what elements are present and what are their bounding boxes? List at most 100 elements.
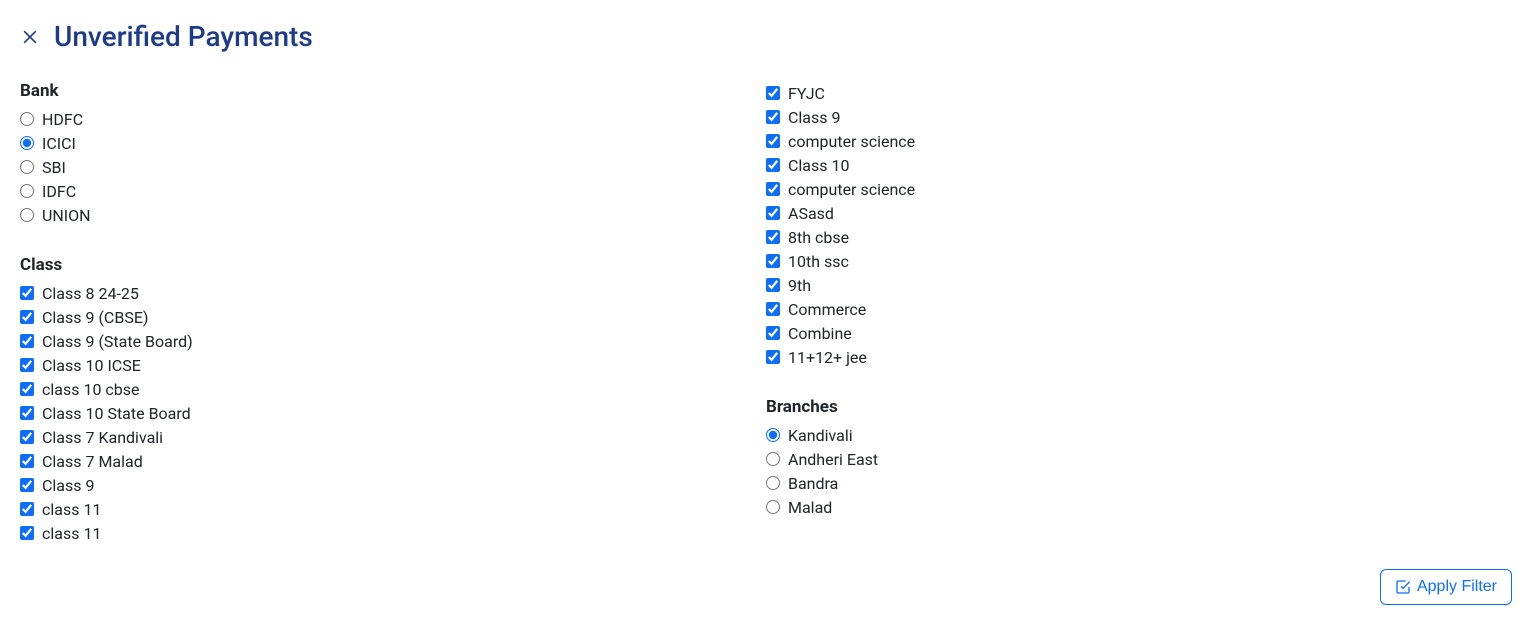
apply-filter-button[interactable]: Apply Filter (1380, 569, 1512, 605)
branch-option-0-label[interactable]: Kandivali (788, 426, 853, 445)
class-left-option-8-label[interactable]: Class 9 (42, 476, 94, 495)
branch-option-1-radio[interactable] (766, 452, 780, 466)
class-options-right: FYJC Class 9 computer science Class 10 compu… (766, 81, 1512, 369)
class-left-option-1: Class 9 (CBSE) (20, 305, 766, 329)
bank-option-2: SBI (20, 155, 766, 179)
class-right-option-10: Combine (766, 321, 1512, 345)
branch-option-3-radio[interactable] (766, 500, 780, 514)
class-right-option-10-label[interactable]: Combine (788, 324, 852, 343)
class-right-option-11: 11+12+ jee (766, 345, 1512, 369)
bank-option-3-radio[interactable] (20, 184, 34, 198)
bank-option-0-radio[interactable] (20, 112, 34, 126)
class-right-option-10-checkbox[interactable] (766, 326, 780, 340)
class-options-left: Class 8 24-25 Class 9 (CBSE) Class 9 (Stat… (20, 281, 766, 545)
class-right-option-11-checkbox[interactable] (766, 350, 780, 364)
filter-column-left: Bank HDFCICICISBIIDFCUNION Class Class 8… (20, 81, 766, 545)
class-right-option-8-checkbox[interactable] (766, 278, 780, 292)
branch-option-3-label[interactable]: Malad (788, 498, 832, 517)
bank-option-0-label[interactable]: HDFC (42, 110, 83, 129)
class-left-option-0-label[interactable]: Class 8 24-25 (42, 284, 139, 303)
class-right-option-4-checkbox[interactable] (766, 182, 780, 196)
class-right-option-2-checkbox[interactable] (766, 134, 780, 148)
class-left-option-2: Class 9 (State Board) (20, 329, 766, 353)
class-right-option-1-checkbox[interactable] (766, 110, 780, 124)
panel-header: Unverified Payments (20, 20, 1512, 53)
class-left-option-10: class 11 (20, 521, 766, 545)
bank-option-2-radio[interactable] (20, 160, 34, 174)
class-right-option-0-checkbox[interactable] (766, 86, 780, 100)
class-right-option-7: 10th ssc (766, 249, 1512, 273)
class-right-option-8-label[interactable]: 9th (788, 276, 811, 295)
branches-heading: Branches (766, 397, 1512, 417)
class-left-option-6-label[interactable]: Class 7 Kandivali (42, 428, 163, 447)
class-left-option-3-checkbox[interactable] (20, 358, 34, 372)
class-left-option-5-label[interactable]: Class 10 State Board (42, 404, 191, 423)
class-left-option-7: Class 7 Malad (20, 449, 766, 473)
class-right-option-5-checkbox[interactable] (766, 206, 780, 220)
class-left-option-4-label[interactable]: class 10 cbse (42, 380, 140, 399)
class-right-option-6-label[interactable]: 8th cbse (788, 228, 849, 247)
bank-heading: Bank (20, 81, 766, 101)
class-right-option-6: 8th cbse (766, 225, 1512, 249)
class-left-option-6: Class 7 Kandivali (20, 425, 766, 449)
bank-option-2-label[interactable]: SBI (42, 158, 66, 177)
bank-option-3: IDFC (20, 179, 766, 203)
bank-options: HDFC ICICI SBI IDFC UNION (20, 107, 766, 227)
branch-option-2-label[interactable]: Bandra (788, 474, 838, 493)
class-left-option-4-checkbox[interactable] (20, 382, 34, 396)
class-left-option-10-checkbox[interactable] (20, 526, 34, 540)
bank-option-1: ICICI (20, 131, 766, 155)
class-right-option-4: computer science (766, 177, 1512, 201)
branch-option-0-radio[interactable] (766, 428, 780, 442)
class-right-option-6-checkbox[interactable] (766, 230, 780, 244)
class-right-option-0-label[interactable]: FYJC (788, 84, 825, 103)
bank-option-4-label[interactable]: UNION (42, 206, 91, 225)
class-right-option-2-label[interactable]: computer science (788, 132, 915, 151)
bank-option-3-label[interactable]: IDFC (42, 182, 76, 201)
class-left-option-7-label[interactable]: Class 7 Malad (42, 452, 143, 471)
bank-option-0: HDFC (20, 107, 766, 131)
class-right-option-7-checkbox[interactable] (766, 254, 780, 268)
branch-option-2: Bandra (766, 471, 1512, 495)
bank-option-4-radio[interactable] (20, 208, 34, 222)
page-title: Unverified Payments (54, 20, 313, 53)
class-right-option-3-checkbox[interactable] (766, 158, 780, 172)
bank-option-4: UNION (20, 203, 766, 227)
class-left-option-0-checkbox[interactable] (20, 286, 34, 300)
class-left-option-1-checkbox[interactable] (20, 310, 34, 324)
bank-option-1-radio[interactable] (20, 136, 34, 150)
filter-columns: Bank HDFCICICISBIIDFCUNION Class Class 8… (20, 81, 1512, 545)
class-left-option-0: Class 8 24-25 (20, 281, 766, 305)
class-left-option-5-checkbox[interactable] (20, 406, 34, 420)
class-right-option-7-label[interactable]: 10th ssc (788, 252, 849, 271)
apply-filter-label: Apply Filter (1417, 578, 1497, 596)
class-right-option-4-label[interactable]: computer science (788, 180, 915, 199)
class-right-option-9-label[interactable]: Commerce (788, 300, 866, 319)
class-left-option-2-checkbox[interactable] (20, 334, 34, 348)
class-right-option-11-label[interactable]: 11+12+ jee (788, 348, 867, 367)
class-left-option-2-label[interactable]: Class 9 (State Board) (42, 332, 193, 351)
class-right-option-1-label[interactable]: Class 9 (788, 108, 840, 127)
class-left-option-5: Class 10 State Board (20, 401, 766, 425)
class-left-option-7-checkbox[interactable] (20, 454, 34, 468)
class-right-option-8: 9th (766, 273, 1512, 297)
close-icon[interactable] (20, 27, 40, 47)
class-left-option-9-label[interactable]: class 11 (42, 500, 101, 519)
class-right-option-9-checkbox[interactable] (766, 302, 780, 316)
class-right-option-5-label[interactable]: ASasd (788, 204, 834, 223)
branch-option-3: Malad (766, 495, 1512, 519)
filter-column-right: FYJC Class 9 computer science Class 10 compu… (766, 81, 1512, 519)
class-right-option-0: FYJC (766, 81, 1512, 105)
class-left-option-6-checkbox[interactable] (20, 430, 34, 444)
class-right-option-3-label[interactable]: Class 10 (788, 156, 849, 175)
branches-options: Kandivali Andheri East Bandra Malad (766, 423, 1512, 519)
class-left-option-9-checkbox[interactable] (20, 502, 34, 516)
class-left-option-3-label[interactable]: Class 10 ICSE (42, 356, 141, 375)
class-left-option-10-label[interactable]: class 11 (42, 524, 101, 543)
class-left-option-1-label[interactable]: Class 9 (CBSE) (42, 308, 148, 327)
class-left-option-8-checkbox[interactable] (20, 478, 34, 492)
branch-option-1-label[interactable]: Andheri East (788, 450, 878, 469)
branch-option-2-radio[interactable] (766, 476, 780, 490)
class-left-option-8: Class 9 (20, 473, 766, 497)
bank-option-1-label[interactable]: ICICI (42, 134, 76, 153)
